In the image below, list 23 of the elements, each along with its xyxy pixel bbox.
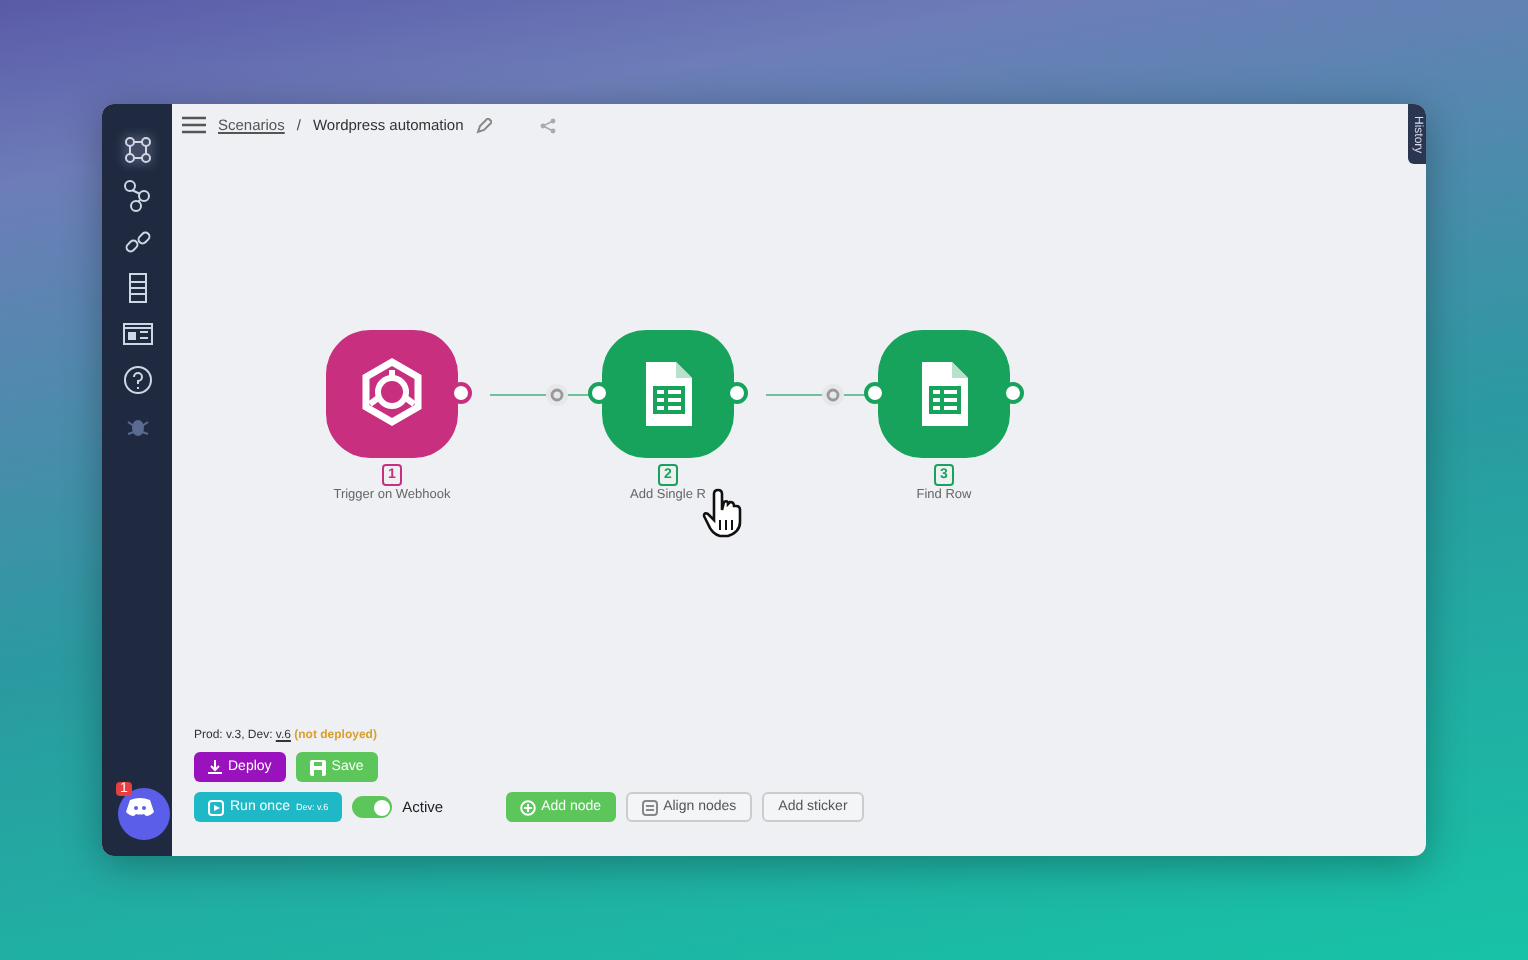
gear-icon[interactable] <box>822 384 844 406</box>
pencil-icon[interactable] <box>475 117 492 133</box>
menu-icon[interactable] <box>182 116 206 134</box>
play-icon <box>208 799 224 815</box>
connector-port[interactable] <box>864 382 886 404</box>
flow-icon[interactable] <box>119 178 155 214</box>
help-icon[interactable] <box>119 362 155 398</box>
align-icon <box>641 799 658 815</box>
hand-cursor-icon <box>698 486 746 538</box>
active-toggle[interactable] <box>352 796 393 818</box>
connector-port[interactable] <box>588 382 610 404</box>
chat-avatar[interactable] <box>118 788 170 840</box>
node-card[interactable] <box>602 330 734 458</box>
share-icon[interactable] <box>539 117 556 133</box>
download-icon <box>208 760 222 774</box>
connector-port[interactable] <box>1002 382 1024 404</box>
gear-icon[interactable] <box>546 384 568 406</box>
node-card[interactable] <box>326 330 458 458</box>
connector-port[interactable] <box>726 382 748 404</box>
nodes-icon[interactable] <box>119 132 155 168</box>
plus-icon <box>519 799 536 815</box>
node-card[interactable] <box>878 330 1010 458</box>
connector-port[interactable] <box>450 382 472 404</box>
